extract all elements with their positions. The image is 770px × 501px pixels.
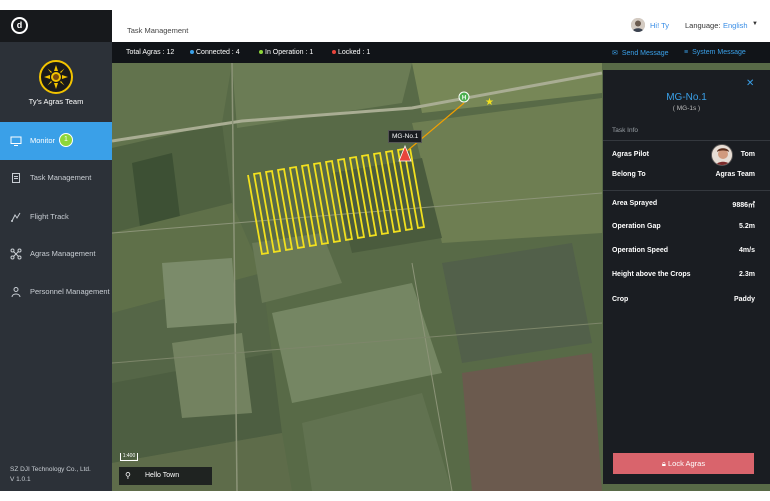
area-label: Area Sprayed bbox=[612, 200, 658, 207]
user-greeting[interactable]: Hi! Ty bbox=[650, 21, 669, 30]
divider bbox=[603, 190, 770, 191]
lock-agras-button[interactable]: 🔒︎ Lock Agras bbox=[613, 453, 754, 474]
locked-count: Locked : 1 bbox=[338, 49, 371, 56]
locked-stat: Locked : 1 bbox=[332, 49, 370, 56]
locked-dot-icon bbox=[332, 50, 336, 55]
speed-label: Operation Speed bbox=[612, 247, 669, 254]
sidebar-item-flight-track[interactable]: Flight Track bbox=[0, 198, 112, 236]
sidebar-item-personnel-management[interactable]: Personnel Management bbox=[0, 273, 112, 311]
speed-row: Operation Speed 4m/s bbox=[612, 247, 755, 257]
in-operation-stat: In Operation : 1 bbox=[259, 49, 313, 56]
team-name: Ty's Agras Team bbox=[28, 97, 84, 106]
menu-icon: ≡ bbox=[684, 49, 689, 56]
people-icon bbox=[11, 287, 21, 298]
send-message-button[interactable]: ✉ Send Message bbox=[612, 49, 669, 57]
system-message-button[interactable]: ≡ System Message bbox=[684, 49, 746, 56]
crop-row: Crop Paddy bbox=[612, 296, 755, 306]
copyright: SZ DJI Technology Co., Ltd. V 1.0.1 bbox=[10, 465, 91, 485]
sidebar-item-label: Monitor bbox=[30, 136, 56, 145]
map-scale: 1:400 bbox=[120, 453, 138, 461]
send-message-label: Send Message bbox=[621, 50, 669, 57]
in-operation-count: In Operation : 1 bbox=[265, 49, 314, 56]
height-row: Height above the Crops 2.3m bbox=[612, 271, 755, 281]
monitor-count-badge: 1 bbox=[59, 133, 73, 147]
divider bbox=[603, 140, 770, 141]
sidebar-item-label: Agras Management bbox=[30, 249, 96, 258]
app-version: V 1.0.1 bbox=[10, 476, 31, 483]
height-value: 2.3m bbox=[739, 271, 755, 278]
total-agras-count: Total Agras : 12 bbox=[126, 49, 175, 56]
logo-bar: d bbox=[0, 10, 112, 42]
user-avatar[interactable] bbox=[631, 18, 645, 32]
sidebar: d Ty's Agras Team Monitor 1 Task Managem… bbox=[0, 10, 112, 491]
system-message-label: System Message bbox=[692, 49, 746, 56]
sidebar-item-task-management[interactable]: Task Management bbox=[0, 159, 112, 197]
pilot-value: Tom bbox=[740, 151, 755, 158]
belong-value: Agras Team bbox=[715, 171, 755, 178]
belong-row: Belong To Agras Team bbox=[612, 171, 755, 181]
location-indicator[interactable]: ⚲ Hello Town bbox=[119, 467, 212, 485]
gap-row: Operation Gap 5.2m bbox=[612, 223, 755, 233]
home-marker-label: H bbox=[462, 96, 466, 102]
page-title: Task Management bbox=[127, 26, 189, 35]
location-name: Hello Town bbox=[145, 472, 180, 479]
connected-stat: Connected : 4 bbox=[190, 49, 240, 56]
speed-value: 4m/s bbox=[739, 247, 755, 254]
top-frame bbox=[0, 0, 770, 10]
section-heading: Task Info bbox=[612, 127, 639, 134]
area-row: Area Sprayed 9886㎡ bbox=[612, 200, 755, 210]
monitor-icon bbox=[10, 136, 22, 146]
gap-label: Operation Gap bbox=[612, 223, 661, 230]
chevron-down-icon[interactable]: ▼ bbox=[752, 21, 758, 27]
language-label: Language: bbox=[685, 21, 721, 30]
language-select[interactable]: English bbox=[723, 21, 748, 30]
copyright-company: SZ DJI Technology Co., Ltd. bbox=[10, 466, 91, 473]
app-window: d Ty's Agras Team Monitor 1 Task Managem… bbox=[0, 0, 770, 501]
close-icon[interactable]: ✕ bbox=[746, 78, 754, 89]
location-pin-icon: ⚲ bbox=[125, 471, 131, 480]
sidebar-item-label: Task Management bbox=[30, 173, 92, 182]
crop-value: Paddy bbox=[733, 296, 755, 303]
team-avatar bbox=[39, 60, 73, 94]
drone-icon bbox=[10, 248, 22, 260]
lock-button-label: Lock Agras bbox=[667, 459, 706, 468]
pilot-row: Agras Pilot Tom bbox=[612, 151, 755, 161]
connected-count: Connected : 4 bbox=[196, 49, 240, 56]
drone-callout: MG-No.1 bbox=[388, 130, 423, 143]
panel-title: MG-No.1 bbox=[666, 92, 707, 103]
crop-label: Crop bbox=[612, 296, 629, 303]
connected-dot-icon bbox=[190, 50, 194, 55]
height-label: Height above the Crops bbox=[612, 271, 691, 278]
agras-detail-panel: ✕ MG-No.1 ( MG-1s ) Task Info Agras Pilo… bbox=[603, 70, 770, 484]
gap-value: 5.2m bbox=[739, 223, 755, 230]
clipboard-icon bbox=[12, 173, 20, 183]
sidebar-item-agras-management[interactable]: Agras Management bbox=[0, 235, 112, 273]
sidebar-item-label: Personnel Management bbox=[30, 287, 110, 296]
route-icon bbox=[11, 212, 21, 222]
status-bar: Total Agras : 12 Connected : 4 In Operat… bbox=[112, 42, 770, 63]
send-icon: ✉ bbox=[612, 50, 618, 57]
pilot-avatar bbox=[711, 144, 733, 166]
in-operation-dot-icon bbox=[259, 50, 263, 55]
header: Task Management Hi! Ty Language: English… bbox=[112, 10, 770, 42]
panel-subtitle: ( MG-1s ) bbox=[672, 105, 701, 112]
belong-label: Belong To bbox=[612, 171, 646, 178]
star-icon: ★ bbox=[485, 97, 494, 108]
lock-icon: 🔒︎ bbox=[661, 459, 666, 468]
pilot-label: Agras Pilot bbox=[612, 151, 649, 158]
sidebar-item-monitor[interactable]: Monitor 1 bbox=[0, 122, 112, 160]
sidebar-item-label: Flight Track bbox=[30, 212, 69, 221]
area-value: 9886㎡ bbox=[732, 202, 755, 209]
dji-logo-icon[interactable]: d bbox=[11, 17, 28, 34]
bottom-frame bbox=[0, 491, 770, 501]
